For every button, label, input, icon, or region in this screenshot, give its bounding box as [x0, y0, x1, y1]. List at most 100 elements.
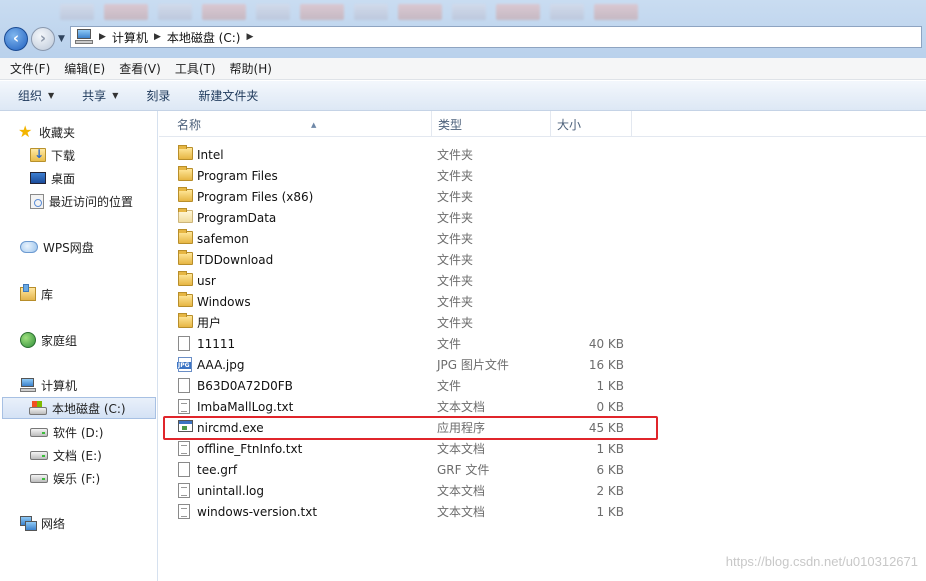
nav-drive-e[interactable]: 文档 (E:) [30, 444, 102, 466]
nav-downloads[interactable]: 下载 [30, 144, 75, 166]
nav-favorites[interactable]: ★ 收藏夹 [18, 121, 75, 143]
drive-icon [30, 427, 48, 437]
file-row[interactable]: TDDownload 文件夹 [171, 249, 641, 270]
menu-help[interactable]: 帮助(H) [230, 60, 280, 77]
file-row[interactable]: B63D0A72D0FB 文件 1 KB [171, 375, 641, 396]
file-type: 文件夹 [437, 253, 474, 267]
menu-bar: 文件(F) 编辑(E) 查看(V) 工具(T) 帮助(H) [0, 58, 926, 80]
sort-ascending-icon: ▲ [311, 121, 317, 129]
file-row[interactable]: Windows 文件夹 [171, 291, 641, 312]
file-row[interactable]: unintall.log 文本文档 2 KB [171, 480, 641, 501]
file-row[interactable]: 用户 文件夹 [171, 312, 641, 333]
nav-drive-d-label: 软件 (D:) [53, 425, 104, 440]
nav-drive-f[interactable]: 娱乐 (F:) [30, 467, 100, 489]
file-type: JPG 图片文件 [437, 358, 509, 372]
file-name: Intel [197, 147, 224, 162]
address-bar[interactable]: ▶ 计算机 ▶ 本地磁盘 (C:) ▶ [70, 26, 922, 48]
nav-drive-c-label: 本地磁盘 (C:) [52, 401, 126, 416]
system-drive-icon [29, 401, 47, 415]
nav-recent-places[interactable]: 最近访问的位置 [30, 190, 133, 212]
background-taskbar-blur [60, 4, 920, 24]
command-bar: 组织 ▼ 共享 ▼ 刻录 新建文件夹 [0, 81, 926, 111]
nav-downloads-label: 下载 [51, 148, 76, 163]
column-header-type[interactable]: 类型 [432, 111, 551, 137]
text-file-icon [178, 504, 190, 519]
nav-favorites-label: 收藏夹 [39, 125, 76, 140]
file-row[interactable]: ProgramData 文件夹 [171, 207, 641, 228]
burn-button[interactable]: 刻录 [146, 87, 170, 104]
forward-button[interactable]: › [31, 27, 55, 51]
nav-drive-e-label: 文档 (E:) [53, 448, 102, 463]
breadcrumb-computer[interactable]: 计算机 [112, 29, 148, 46]
drive-icon [30, 473, 48, 483]
organize-label: 组织 [18, 89, 43, 103]
column-header-name[interactable]: 名称 ▲ [171, 111, 432, 137]
file-row[interactable]: usr 文件夹 [171, 270, 641, 291]
file-row[interactable]: Intel 文件夹 [171, 144, 641, 165]
red-highlight-box [163, 416, 658, 440]
file-row[interactable]: Program Files (x86) 文件夹 [171, 186, 641, 207]
file-type: 文件夹 [437, 169, 474, 183]
menu-view[interactable]: 查看(V) [119, 60, 169, 77]
file-row[interactable]: ImbaMallLog.txt 文本文档 0 KB [171, 396, 641, 417]
file-icon [178, 336, 190, 351]
folder-icon [178, 166, 193, 181]
column-header-row: 名称 ▲ 类型 大小 [159, 111, 926, 137]
file-name: unintall.log [197, 483, 264, 498]
file-row[interactable]: AAA.jpg JPG 图片文件 16 KB [171, 354, 641, 375]
folder-icon [178, 292, 193, 307]
chevron-right-icon[interactable]: ▶ [99, 32, 106, 42]
file-row[interactable]: tee.grf GRF 文件 6 KB [171, 459, 641, 480]
file-row[interactable]: windows-version.txt 文本文档 1 KB [171, 501, 641, 522]
text-file-icon [178, 483, 190, 498]
desktop-icon [30, 172, 46, 184]
folder-icon [178, 271, 193, 286]
menu-edit[interactable]: 编辑(E) [64, 60, 113, 77]
nav-library-label: 库 [41, 287, 54, 302]
file-type: 文本文档 [437, 400, 486, 414]
hidden-folder-icon [178, 208, 193, 223]
recent-pages-dropdown-icon[interactable]: ▼ [58, 34, 65, 44]
column-header-size[interactable]: 大小 [551, 111, 632, 137]
file-name: ImbaMallLog.txt [197, 399, 294, 414]
organize-button[interactable]: 组织 ▼ [18, 87, 54, 104]
nav-network[interactable]: 网络 [20, 512, 65, 534]
file-row[interactable]: safemon 文件夹 [171, 228, 641, 249]
breadcrumb-drive-c[interactable]: 本地磁盘 (C:) [167, 29, 241, 46]
nav-drive-d[interactable]: 软件 (D:) [30, 421, 103, 443]
file-name: Program Files (x86) [197, 189, 314, 204]
nav-drive-f-label: 娱乐 (F:) [53, 471, 101, 486]
nav-wps-cloud[interactable]: WPS网盘 [20, 236, 94, 258]
menu-tools[interactable]: 工具(T) [175, 60, 224, 77]
back-button[interactable]: ‹ [4, 27, 28, 51]
file-type: 文件夹 [437, 211, 474, 225]
nav-desktop[interactable]: 桌面 [30, 167, 75, 189]
chevron-right-icon[interactable]: ▶ [154, 32, 161, 42]
file-name: Program Files [197, 168, 278, 183]
share-button[interactable]: 共享 ▼ [82, 87, 118, 104]
folder-icon [178, 313, 193, 328]
folder-icon [178, 229, 193, 244]
downloads-folder-icon [30, 147, 46, 162]
file-row[interactable]: offline_FtnInfo.txt 文本文档 1 KB [171, 438, 641, 459]
nav-drive-c[interactable]: 本地磁盘 (C:) [2, 397, 156, 419]
file-name: 11111 [197, 336, 236, 351]
file-size: 40 KB [588, 336, 624, 351]
menu-file[interactable]: 文件(F) [10, 60, 58, 77]
file-type: 文件夹 [437, 190, 474, 204]
nav-computer[interactable]: 计算机 [20, 374, 77, 396]
file-type: 文件夹 [437, 232, 474, 246]
file-row[interactable]: 11111 文件 40 KB [171, 333, 641, 354]
file-row[interactable]: Program Files 文件夹 [171, 165, 641, 186]
file-type: 文件 [437, 337, 462, 351]
nav-libraries[interactable]: 库 [20, 283, 53, 305]
nav-homegroup[interactable]: 家庭组 [20, 329, 77, 351]
new-folder-button[interactable]: 新建文件夹 [198, 87, 258, 104]
chevron-right-icon[interactable]: ▶ [246, 32, 253, 42]
file-type: 文件夹 [437, 316, 474, 330]
file-name: ProgramData [197, 210, 277, 225]
file-name: tee.grf [197, 462, 238, 477]
folder-icon [178, 250, 193, 265]
nav-network-label: 网络 [41, 516, 66, 531]
dropdown-arrow-icon: ▼ [112, 91, 119, 100]
